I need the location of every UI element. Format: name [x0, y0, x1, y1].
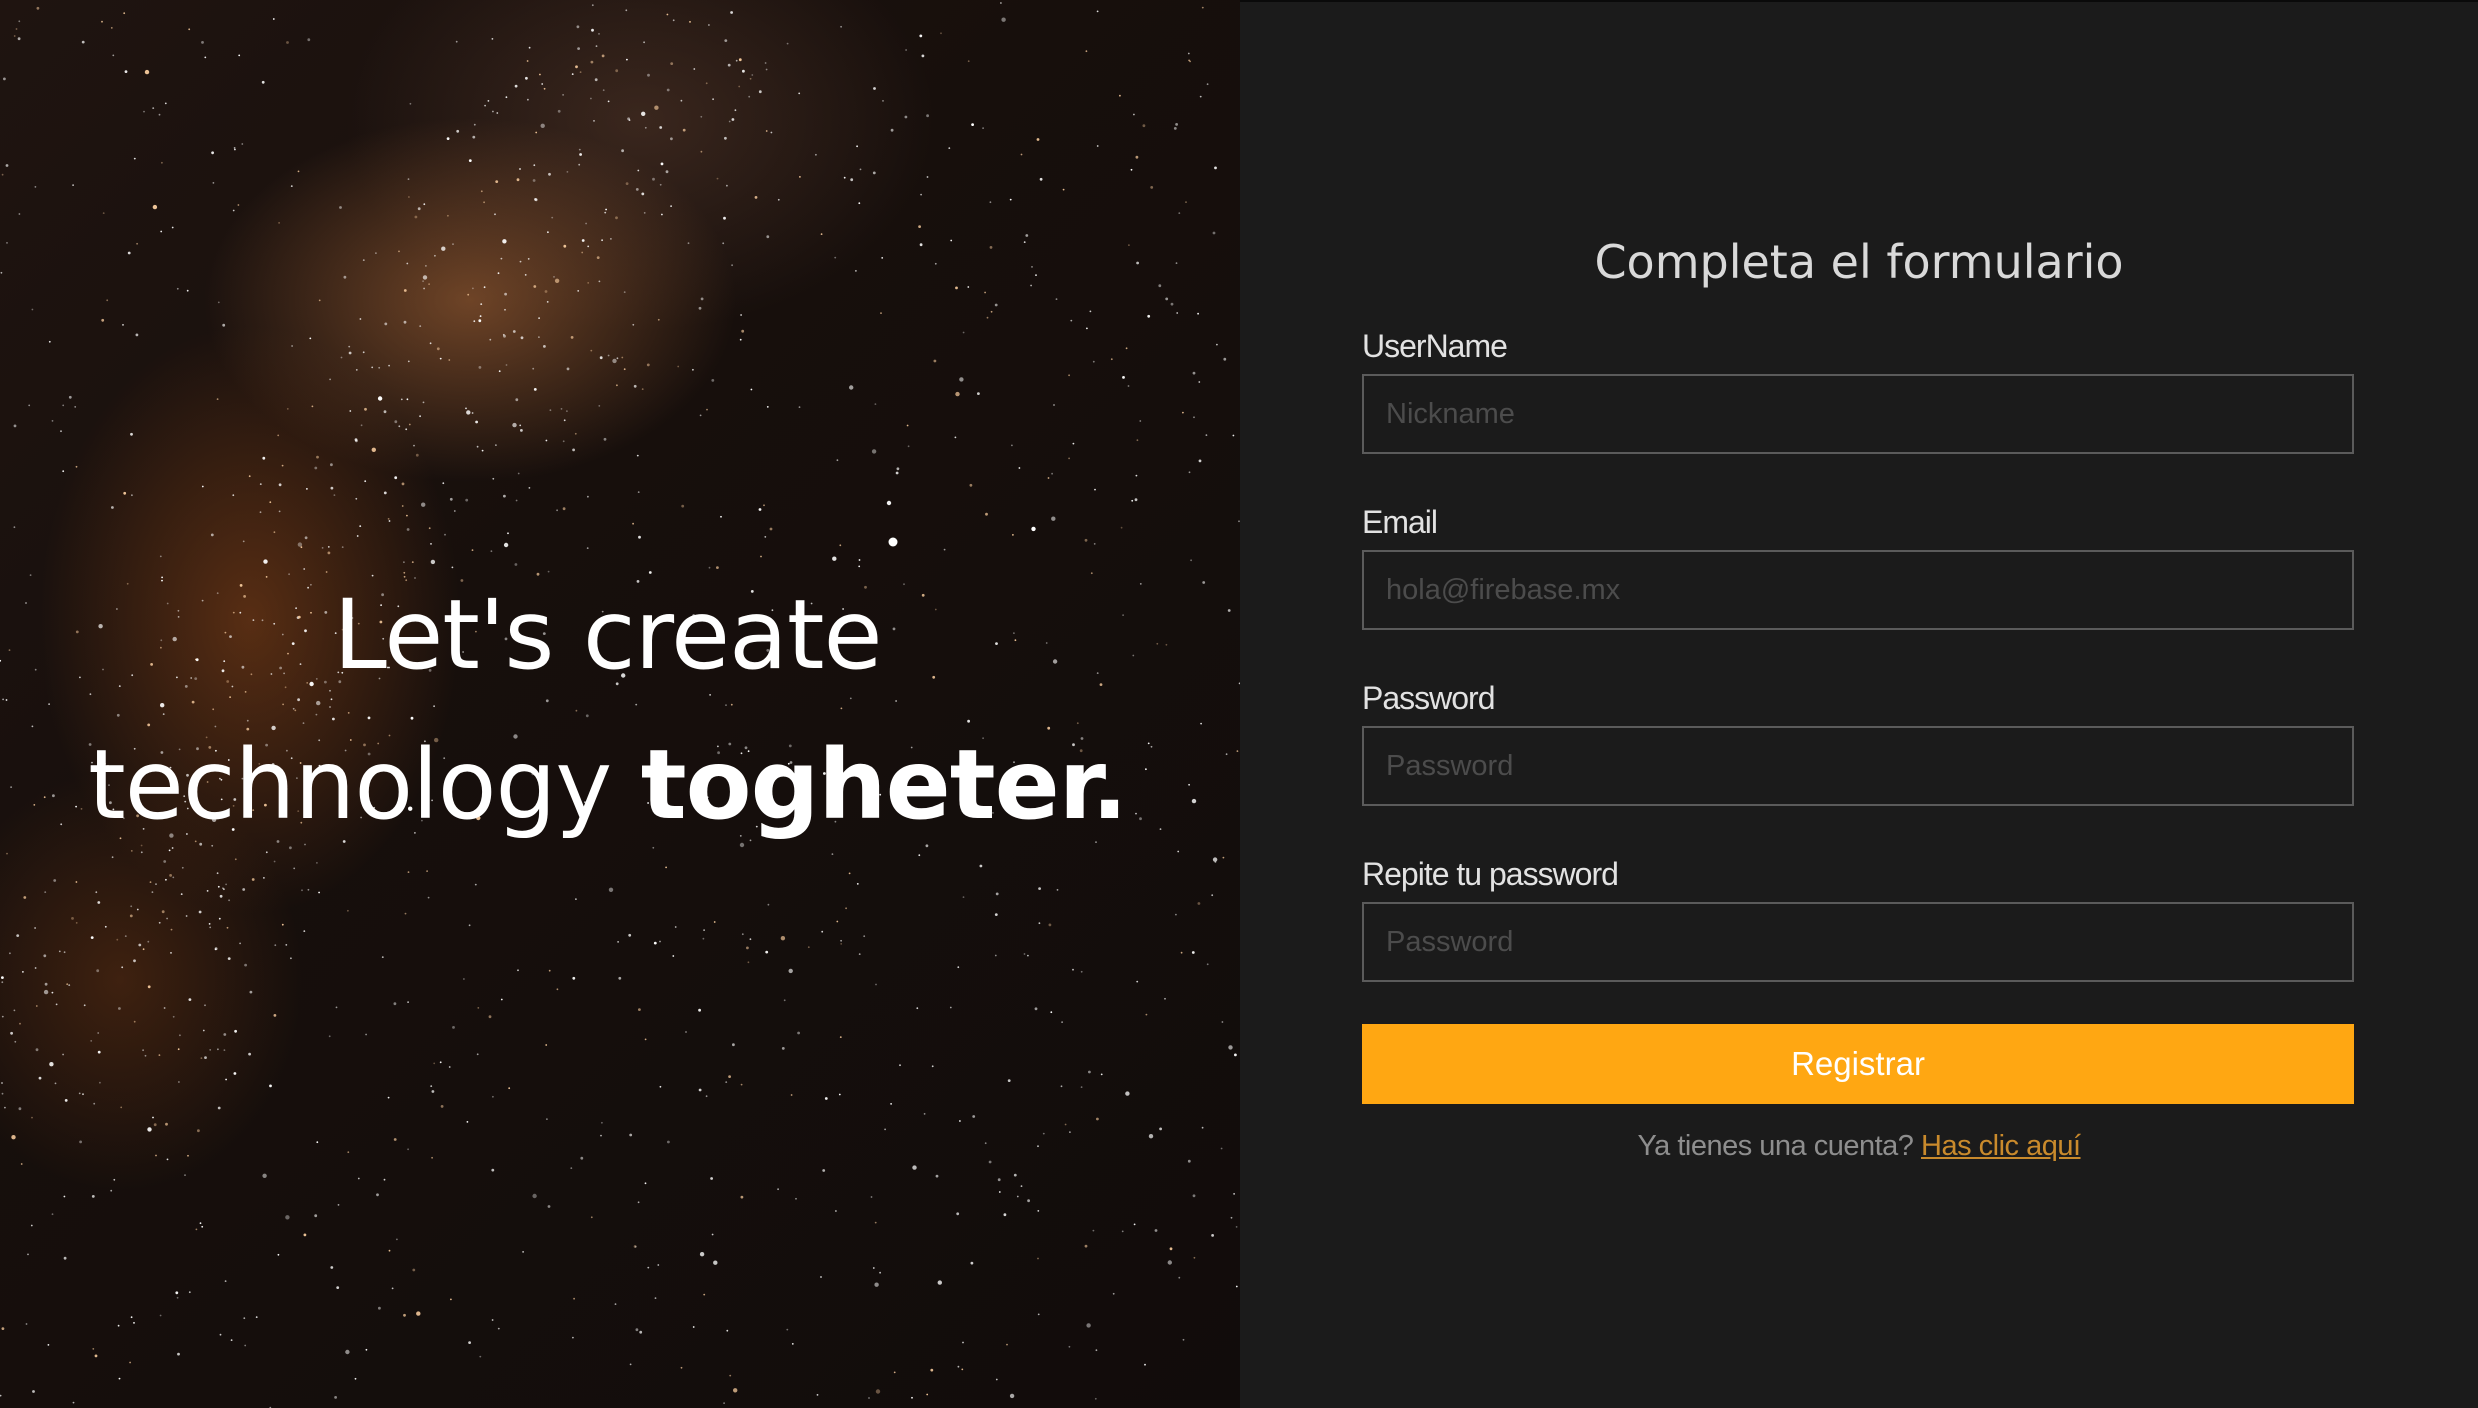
username-field: UserName	[1362, 326, 2354, 454]
username-label: UserName	[1362, 328, 1508, 364]
login-prompt: Ya tienes una cuenta?	[1637, 1130, 1914, 1162]
repeat-password-input[interactable]	[1362, 902, 2354, 982]
repeat-password-label: Repite tu password	[1362, 856, 1619, 892]
register-page: Let's create technology togheter. Comple…	[0, 0, 2478, 1408]
username-input[interactable]	[1362, 374, 2354, 454]
email-field: Email	[1362, 502, 2354, 630]
hero-word-together: togheter.	[640, 729, 1128, 841]
register-button[interactable]: Registrar	[1362, 1024, 2354, 1104]
repeat-password-field: Repite tu password	[1362, 854, 2354, 982]
form-title: Completa el formulario	[1594, 235, 2124, 289]
login-link[interactable]: Has clic aquí	[1921, 1130, 2081, 1162]
password-input[interactable]	[1362, 726, 2354, 806]
hero-tagline: Let's create technology togheter.	[0, 560, 1215, 860]
hero-word-technology: technology	[88, 729, 612, 841]
register-form-panel: Completa el formulario UserName Email Pa…	[1240, 0, 2478, 1408]
hero-panel: Let's create technology togheter.	[0, 0, 1240, 1408]
email-label: Email	[1362, 504, 1438, 540]
hero-line-1: Let's create	[333, 579, 882, 691]
password-field: Password	[1362, 678, 2354, 806]
email-input[interactable]	[1362, 550, 2354, 630]
hero-line-2: technology togheter.	[0, 710, 1215, 860]
password-label: Password	[1362, 680, 1496, 716]
login-hint: Ya tienes una cuenta? Has clic aquí	[1240, 1126, 2478, 1166]
